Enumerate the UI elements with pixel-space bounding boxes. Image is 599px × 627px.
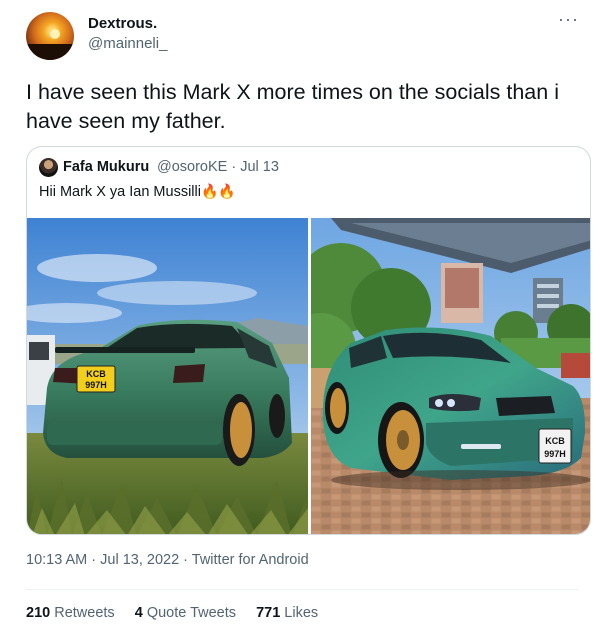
quote-tweets-count: 4 bbox=[134, 605, 143, 621]
quoted-text-body: Hii Mark X ya Ian Mussilli bbox=[39, 184, 201, 200]
plate-right-line2: 997H bbox=[544, 449, 566, 459]
engagement-stats: 210 Retweets 4 Quote Tweets 771 Likes bbox=[26, 605, 334, 621]
quoted-media: KCB 997H KCB 997H bbox=[27, 218, 590, 534]
tweet-text: I have seen this Mark X more times on th… bbox=[26, 80, 559, 133]
plate-left-line2: 997H bbox=[85, 380, 107, 390]
tweet-header: Dextrous. @mainneli_ ··· bbox=[26, 10, 579, 62]
quoted-author-avatar bbox=[39, 158, 58, 177]
quoted-tweet[interactable]: Fafa Mukuru @osoroKE · Jul 13 Hii Mark X… bbox=[26, 146, 591, 535]
quote-tweets-stat[interactable]: 4 Quote Tweets bbox=[135, 605, 236, 621]
retweets-count: 210 bbox=[26, 605, 51, 621]
likes-label: Likes bbox=[284, 605, 319, 621]
likes-count: 771 bbox=[256, 605, 281, 621]
car-rear-photo[interactable]: KCB 997H bbox=[27, 218, 308, 534]
quoted-author-handle-date: @osoroKE · Jul 13 bbox=[157, 159, 279, 175]
retweets-stat[interactable]: 210 Retweets bbox=[26, 605, 115, 621]
plate-left-line1: KCB bbox=[86, 369, 106, 379]
author-avatar[interactable] bbox=[26, 12, 74, 60]
likes-stat[interactable]: 771 Likes bbox=[256, 605, 318, 621]
quote-tweets-label: Quote Tweets bbox=[146, 605, 237, 621]
tweet-timestamp[interactable]: 10:13 AM · Jul 13, 2022 · Twitter for An… bbox=[26, 552, 309, 568]
fire-emoji-icon: 🔥🔥 bbox=[200, 183, 236, 199]
more-options-icon[interactable]: ··· bbox=[558, 10, 579, 28]
author-name[interactable]: Dextrous. bbox=[88, 15, 157, 32]
author-handle[interactable]: @mainneli_ bbox=[88, 35, 167, 52]
quoted-tweet-text: Hii Mark X ya Ian Mussilli🔥🔥 bbox=[39, 183, 236, 200]
car-front-photo[interactable]: KCB 997H bbox=[311, 218, 590, 534]
retweets-label: Retweets bbox=[54, 605, 115, 621]
quoted-author-name: Fafa Mukuru bbox=[63, 159, 150, 175]
divider bbox=[26, 589, 579, 590]
plate-right-line1: KCB bbox=[545, 436, 565, 446]
